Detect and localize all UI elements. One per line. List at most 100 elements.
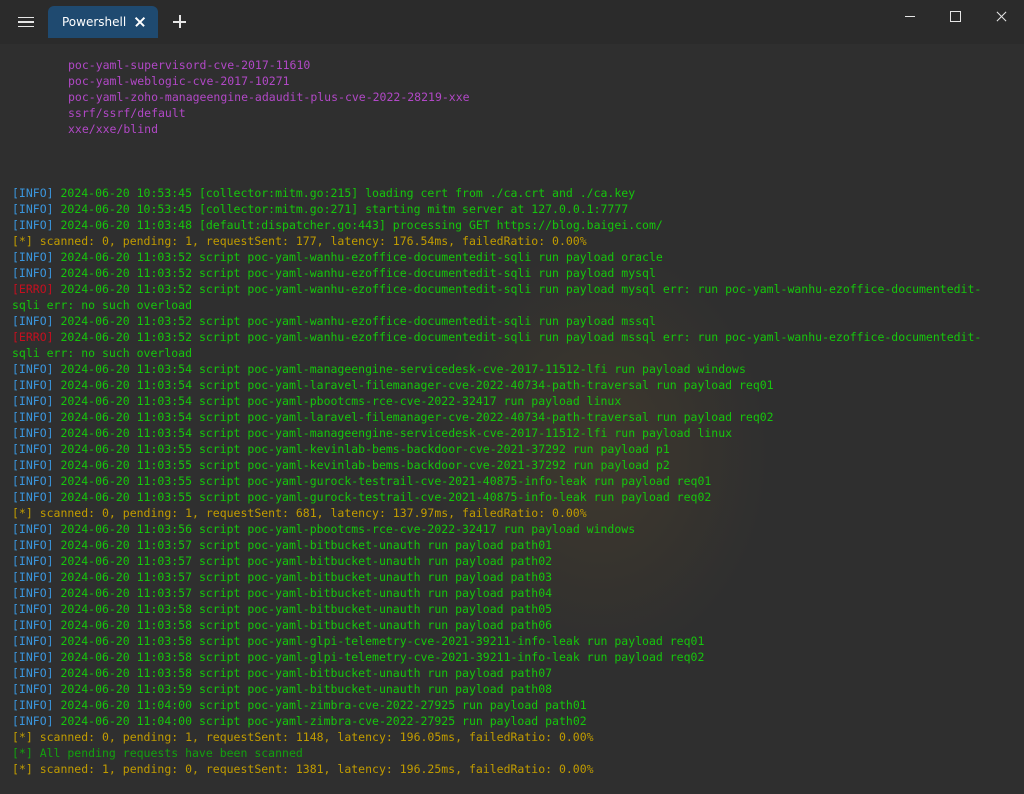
poc-list-item: poc-yaml-zoho-manageengine-adaudit-plus-… (68, 90, 470, 104)
minimize-button[interactable] (887, 0, 933, 32)
tab-label: Powershell (62, 15, 127, 29)
log-level-info: [INFO] (12, 554, 54, 568)
log-text: 2024-06-20 11:03:57 script poc-yaml-bitb… (53, 538, 553, 552)
log-line: [INFO] 2024-06-20 11:03:57 script poc-ya… (12, 569, 1012, 585)
log-text: [*] scanned: 0, pending: 1, requestSent:… (12, 234, 587, 248)
log-level-info: [INFO] (12, 634, 54, 648)
log-text: sqli err: no such overload (12, 346, 193, 360)
log-level-info: [INFO] (12, 474, 54, 488)
log-line: [INFO] 2024-06-20 11:03:56 script poc-ya… (12, 521, 1012, 537)
log-text: [*] All pending requests have been scann… (12, 746, 303, 760)
log-line: [INFO] 2024-06-20 11:03:48 [default:disp… (12, 217, 1012, 233)
log-line: [ERRO] 2024-06-20 11:03:52 script poc-ya… (12, 281, 1012, 297)
log-text: 2024-06-20 11:03:54 script poc-yaml-mana… (53, 426, 733, 440)
log-level-info: [INFO] (12, 394, 54, 408)
log-line: [*] scanned: 0, pending: 1, requestSent:… (12, 505, 1012, 521)
log-line: [INFO] 2024-06-20 11:04:00 script poc-ya… (12, 697, 1012, 713)
log-line: [INFO] 2024-06-20 11:03:55 script poc-ya… (12, 457, 1012, 473)
log-level-info: [INFO] (12, 426, 54, 440)
log-line: [*] All pending requests have been scann… (12, 745, 1012, 761)
log-line: sqli err: no such overload (12, 345, 1012, 361)
log-line: [INFO] 2024-06-20 11:03:57 script poc-ya… (12, 585, 1012, 601)
log-level-info: [INFO] (12, 490, 54, 504)
menu-button[interactable] (10, 8, 42, 36)
log-line: [INFO] 2024-06-20 11:03:54 script poc-ya… (12, 377, 1012, 393)
log-text: 2024-06-20 11:03:57 script poc-yaml-bitb… (53, 554, 553, 568)
log-level-info: [INFO] (12, 314, 54, 328)
log-text: 2024-06-20 11:03:58 script poc-yaml-bitb… (53, 602, 553, 616)
hamburger-icon (18, 16, 34, 28)
log-text: 2024-06-20 11:03:57 script poc-yaml-bitb… (53, 570, 553, 584)
log-line: [INFO] 2024-06-20 11:03:57 script poc-ya… (12, 537, 1012, 553)
log-level-error: [ERRO] (12, 282, 54, 296)
new-tab-button[interactable] (168, 10, 192, 34)
log-level-info: [INFO] (12, 458, 54, 472)
log-level-info: [INFO] (12, 714, 54, 728)
log-line: [INFO] 2024-06-20 11:03:58 script poc-ya… (12, 633, 1012, 649)
log-text: 2024-06-20 10:53:45 [collector:mitm.go:2… (53, 202, 629, 216)
poc-list-item: xxe/xxe/blind (68, 122, 159, 136)
log-text: 2024-06-20 11:03:58 script poc-yaml-bitb… (53, 618, 553, 632)
log-text: 2024-06-20 11:03:59 script poc-yaml-bitb… (53, 682, 553, 696)
tab-powershell[interactable]: Powershell (48, 6, 158, 38)
log-text: 2024-06-20 11:03:55 script poc-yaml-kevi… (53, 442, 670, 456)
log-line: [INFO] 2024-06-20 11:03:52 script poc-ya… (12, 249, 1012, 265)
log-line: [INFO] 2024-06-20 11:03:54 script poc-ya… (12, 361, 1012, 377)
log-text: 2024-06-20 11:03:54 script poc-yaml-mana… (53, 362, 746, 376)
poc-list-item: poc-yaml-weblogic-cve-2017-10271 (68, 74, 290, 88)
log-level-info: [INFO] (12, 586, 54, 600)
log-level-info: [INFO] (12, 410, 54, 424)
log-text: 2024-06-20 11:03:55 script poc-yaml-guro… (53, 474, 712, 488)
log-text: 2024-06-20 10:53:45 [collector:mitm.go:2… (53, 186, 636, 200)
title-bar: Powershell (0, 0, 1024, 44)
log-text: [*] scanned: 0, pending: 1, requestSent:… (12, 506, 587, 520)
log-text: 2024-06-20 11:03:52 script poc-yaml-wanh… (53, 266, 656, 280)
log-line: [INFO] 2024-06-20 11:03:58 script poc-ya… (12, 617, 1012, 633)
window-close-button[interactable] (978, 0, 1024, 32)
log-line: [INFO] 2024-06-20 11:03:54 script poc-ya… (12, 425, 1012, 441)
log-level-info: [INFO] (12, 650, 54, 664)
log-text: 2024-06-20 11:03:52 script poc-yaml-wanh… (53, 282, 982, 296)
log-level-info: [INFO] (12, 250, 54, 264)
maximize-button[interactable] (932, 0, 978, 32)
log-text: 2024-06-20 11:03:54 script poc-yaml-lara… (53, 410, 774, 424)
log-level-info: [INFO] (12, 378, 54, 392)
log-line: [INFO] 2024-06-20 11:03:55 script poc-ya… (12, 473, 1012, 489)
log-line: [INFO] 2024-06-20 10:53:45 [collector:mi… (12, 185, 1012, 201)
log-line: [INFO] 2024-06-20 11:03:52 script poc-ya… (12, 313, 1012, 329)
log-text: 2024-06-20 11:04:00 script poc-yaml-zimb… (53, 714, 587, 728)
log-text: 2024-06-20 11:03:55 script poc-yaml-guro… (53, 490, 712, 504)
log-level-info: [INFO] (12, 618, 54, 632)
log-text: 2024-06-20 11:04:00 script poc-yaml-zimb… (53, 698, 587, 712)
terminal-lines: poc-yaml-supervisord-cve-2017-11610 poc-y… (12, 57, 1012, 777)
log-line: [*] scanned: 0, pending: 1, requestSent:… (12, 233, 1012, 249)
log-text: 2024-06-20 11:03:56 script poc-yaml-pboo… (53, 522, 636, 536)
log-line: [INFO] 2024-06-20 11:03:58 script poc-ya… (12, 665, 1012, 681)
log-level-error: [ERRO] (12, 330, 54, 344)
log-level-info: [INFO] (12, 682, 54, 696)
log-level-info: [INFO] (12, 186, 54, 200)
log-line: [INFO] 2024-06-20 11:03:55 script poc-ya… (12, 489, 1012, 505)
log-text: 2024-06-20 11:03:54 script poc-yaml-pboo… (53, 394, 622, 408)
log-text: [*] scanned: 1, pending: 0, requestSent:… (12, 762, 594, 776)
log-line: [INFO] 2024-06-20 11:03:58 script poc-ya… (12, 601, 1012, 617)
log-line: [INFO] 2024-06-20 11:04:00 script poc-ya… (12, 713, 1012, 729)
log-text: 2024-06-20 11:03:52 script poc-yaml-wanh… (53, 330, 982, 344)
log-line: sqli err: no such overload (12, 297, 1012, 313)
log-level-info: [INFO] (12, 522, 54, 536)
terminal-output[interactable]: poc-yaml-supervisord-cve-2017-11610 poc-y… (0, 44, 1024, 794)
log-level-info: [INFO] (12, 218, 54, 232)
poc-list-item: poc-yaml-supervisord-cve-2017-11610 (68, 58, 311, 72)
log-level-info: [INFO] (12, 570, 54, 584)
log-text: 2024-06-20 11:03:48 [default:dispatcher.… (53, 218, 663, 232)
log-line: [INFO] 2024-06-20 11:03:55 script poc-ya… (12, 441, 1012, 457)
log-text: 2024-06-20 11:03:52 script poc-yaml-wanh… (53, 314, 656, 328)
log-text: 2024-06-20 11:03:52 script poc-yaml-wanh… (53, 250, 663, 264)
log-text: [*] scanned: 0, pending: 1, requestSent:… (12, 730, 594, 744)
log-text: 2024-06-20 11:03:58 script poc-yaml-bitb… (53, 666, 553, 680)
close-icon[interactable] (130, 12, 150, 32)
poc-list-item: ssrf/ssrf/default (68, 106, 186, 120)
